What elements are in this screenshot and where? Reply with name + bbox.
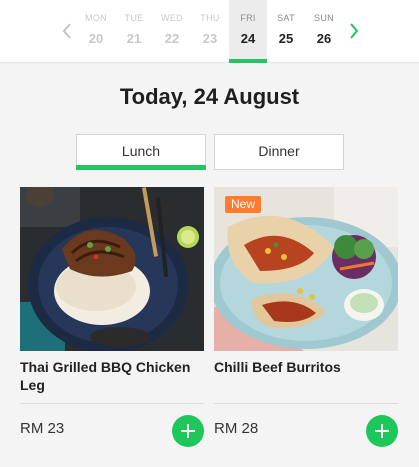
day-name: MON (85, 13, 107, 23)
meal-price: RM 23 (20, 420, 65, 437)
tab-dinner[interactable]: Dinner (214, 134, 344, 170)
new-badge: New (225, 196, 262, 213)
page-title: Today, 24 August (119, 84, 300, 109)
day-sun[interactable]: SUN 26 (305, 0, 343, 63)
chevron-left-icon[interactable] (57, 20, 77, 42)
day-thu[interactable]: THU 23 (191, 0, 229, 63)
chevron-right-icon[interactable] (344, 20, 364, 42)
day-tue[interactable]: TUE 21 (115, 0, 153, 63)
day-sat[interactable]: SAT 25 (267, 0, 305, 63)
day-strip: MON 20 TUE 21 WED 22 THU 23 FRI 24 SAT 2… (0, 0, 419, 63)
day-number: 20 (88, 31, 104, 46)
plus-icon (181, 424, 195, 438)
tab-lunch[interactable]: Lunch (76, 134, 206, 170)
card-divider (214, 403, 398, 404)
day-number: 25 (278, 31, 294, 46)
day-fri[interactable]: FRI 24 (229, 0, 267, 63)
plus-icon (375, 424, 389, 438)
day-name: WED (161, 13, 183, 23)
day-name: FRI (240, 13, 256, 23)
meal-image[interactable]: New (214, 187, 398, 351)
day-mon[interactable]: MON 20 (77, 0, 115, 63)
meal-image[interactable] (20, 187, 204, 351)
meal-title[interactable]: Chilli Beef Burritos (214, 358, 398, 376)
meal-title[interactable]: Thai Grilled BBQ Chicken Leg (20, 358, 204, 394)
meal-price: RM 28 (214, 420, 259, 437)
day-name: SUN (314, 13, 334, 23)
day-number: 24 (240, 31, 256, 46)
add-to-cart-button[interactable] (366, 415, 398, 447)
meal-card[interactable]: Thai Grilled BBQ Chicken Leg RM 23 (20, 187, 204, 457)
day-number: 23 (202, 31, 218, 46)
day-number: 21 (126, 31, 142, 46)
day-wed[interactable]: WED 22 (153, 0, 191, 63)
add-to-cart-button[interactable] (172, 415, 204, 447)
card-divider (20, 403, 204, 404)
day-number: 22 (164, 31, 180, 46)
day-name: THU (200, 13, 220, 23)
day-number: 26 (316, 31, 332, 46)
day-name: SAT (277, 13, 295, 23)
day-name: TUE (124, 13, 144, 23)
meal-card[interactable]: New Chilli Beef Burritos RM 28 (214, 187, 398, 457)
active-day-indicator (229, 59, 267, 63)
